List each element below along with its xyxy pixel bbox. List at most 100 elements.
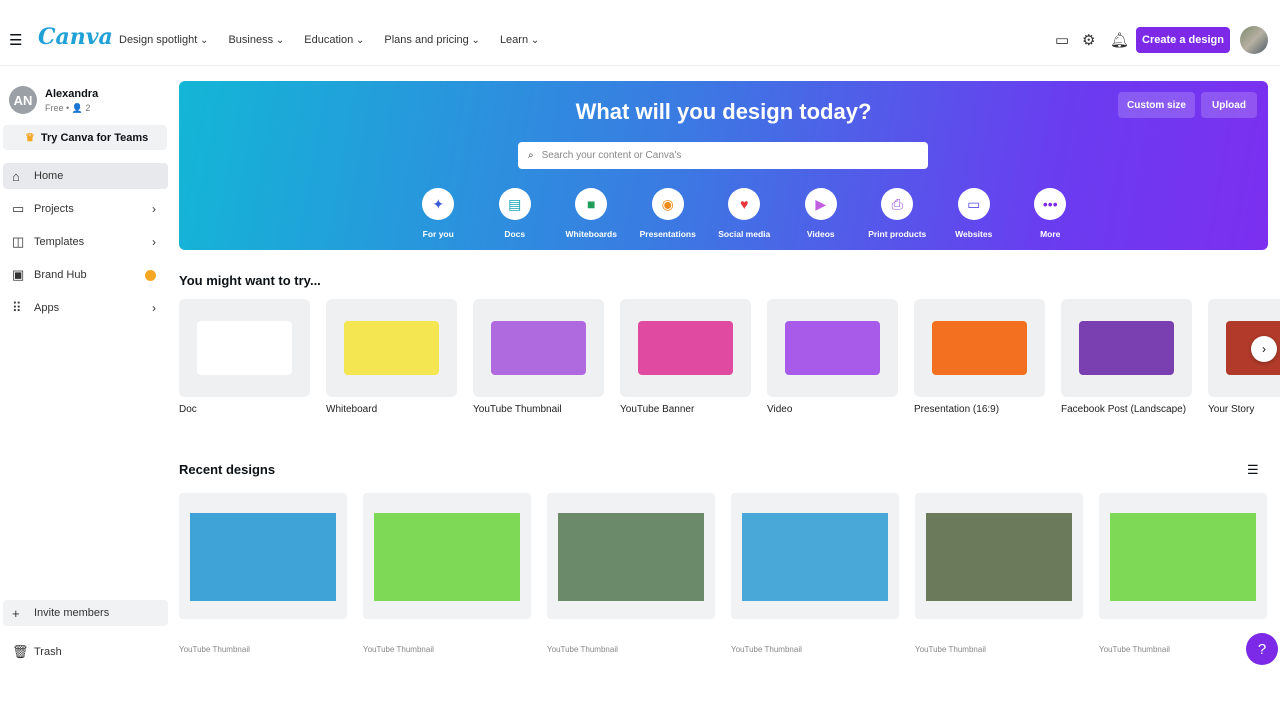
template-label: Facebook Post (Landscape) bbox=[1061, 404, 1187, 415]
recent-design-card[interactable]: YouTube Thumbnail bbox=[731, 493, 899, 654]
sidebar-item-label: Projects bbox=[34, 203, 74, 215]
chevron-right-icon[interactable]: › bbox=[152, 301, 156, 315]
category-videos[interactable]: ▶ Videos bbox=[783, 188, 860, 239]
invite-label: Invite members bbox=[34, 607, 110, 619]
user-name: Alexandra bbox=[45, 88, 99, 100]
nav-learn[interactable]: Learn bbox=[500, 34, 539, 46]
category-docs[interactable]: ▤ Docs bbox=[477, 188, 554, 239]
template-tile[interactable]: Facebook Post (Landscape) bbox=[1061, 299, 1192, 415]
recent-design-card[interactable]: YouTube Thumbnail bbox=[547, 493, 715, 654]
custom-size-button[interactable]: Custom size bbox=[1118, 92, 1195, 118]
recent-design-card[interactable]: YouTube Thumbnail bbox=[179, 493, 347, 654]
carousel-next-button[interactable]: › bbox=[1251, 336, 1277, 362]
sidebar-item-templates[interactable]: ◫ Templates › bbox=[3, 229, 168, 255]
category-presentations[interactable]: ◉ Presentations bbox=[630, 188, 707, 239]
template-thumbnail bbox=[914, 299, 1045, 397]
category-whiteboards[interactable]: ■ Whiteboards bbox=[553, 188, 630, 239]
grid-icon: ⠿ bbox=[12, 300, 22, 315]
trash-icon: 🗑︎ bbox=[12, 644, 29, 659]
template-tile[interactable]: Whiteboard bbox=[326, 299, 457, 415]
category-print-products[interactable]: ⎙ Print products bbox=[859, 188, 936, 239]
folder-icon: ▭ bbox=[12, 201, 25, 216]
brand-icon: ▣ bbox=[12, 267, 25, 282]
try-teams-button[interactable]: ♛ Try Canva for Teams bbox=[3, 125, 167, 150]
category-icon: ▶ bbox=[804, 188, 837, 220]
design-thumbnail bbox=[179, 493, 347, 619]
recent-design-card[interactable]: YouTube Thumbnail bbox=[363, 493, 531, 654]
search-icon: ⌕ bbox=[528, 150, 534, 161]
category-row: ✦ For you ▤ Docs ■ Whiteboards ◉ Presentations ♥… bbox=[400, 188, 1089, 239]
teams-label: Try Canva for Teams bbox=[40, 131, 149, 144]
template-label: YouTube Banner bbox=[620, 404, 695, 415]
recent-design-card[interactable]: YouTube Thumbnail bbox=[1099, 493, 1267, 654]
category-icon: ■ bbox=[575, 188, 608, 220]
template-tile[interactable]: YouTube Banner bbox=[620, 299, 751, 415]
nav-design-spotlight[interactable]: Design spotlight bbox=[119, 34, 208, 46]
category-label: Print products bbox=[868, 229, 927, 239]
template-tile[interactable]: Video bbox=[767, 299, 898, 415]
category-label: Docs bbox=[504, 229, 526, 239]
category-more[interactable]: ••• More bbox=[1012, 188, 1089, 239]
sidebar-item-projects[interactable]: ▭ Projects › bbox=[3, 196, 168, 222]
sidebar-item-apps[interactable]: ⠿ Apps › bbox=[3, 295, 168, 321]
chevron-right-icon[interactable]: › bbox=[152, 202, 156, 216]
category-label: Presentations bbox=[639, 229, 696, 239]
category-social-media[interactable]: ♥ Social media bbox=[706, 188, 783, 239]
user-avatar[interactable]: AN bbox=[9, 86, 37, 114]
crown-badge-icon bbox=[145, 269, 156, 281]
category-icon: ✦ bbox=[422, 188, 455, 220]
list-view-icon[interactable]: ☰ bbox=[1247, 462, 1259, 478]
menu-icon[interactable]: ☰ bbox=[9, 31, 22, 49]
top-nav: Design spotlight Business Education Plan… bbox=[119, 34, 539, 46]
design-type-label: YouTube Thumbnail bbox=[731, 645, 802, 654]
recent-design-card[interactable]: YouTube Thumbnail bbox=[915, 493, 1083, 654]
category-icon: ◉ bbox=[651, 188, 684, 220]
category-label: For you bbox=[422, 229, 454, 239]
design-thumbnail bbox=[915, 493, 1083, 619]
sidebar-item-home[interactable]: ⌂ Home bbox=[3, 163, 168, 189]
design-thumbnail bbox=[1099, 493, 1267, 619]
nav-plans-pricing[interactable]: Plans and pricing bbox=[384, 34, 480, 46]
sidebar-item-label: Brand Hub bbox=[34, 269, 87, 281]
recent-designs: YouTube Thumbnail YouTube Thumbnail YouTub… bbox=[179, 493, 1267, 654]
design-type-label: YouTube Thumbnail bbox=[363, 645, 434, 654]
category-websites[interactable]: ▭ Websites bbox=[936, 188, 1013, 239]
sidebar-item-brand-hub[interactable]: ▣ Brand Hub bbox=[3, 262, 168, 288]
try-carousel: Doc Whiteboard YouTube Thumbnail YouTube Ba… bbox=[179, 299, 1280, 415]
template-thumbnail bbox=[767, 299, 898, 397]
template-label: Video bbox=[767, 404, 793, 415]
sidebar: AN Alexandra Free • 👤 2 ♛ Try Canva for T… bbox=[0, 66, 172, 720]
category-icon: ♥ bbox=[728, 188, 761, 220]
category-icon: ⎙ bbox=[881, 188, 914, 220]
nav-education[interactable]: Education bbox=[304, 34, 364, 46]
help-button[interactable]: ? bbox=[1246, 633, 1278, 665]
search-input[interactable]: ⌕ Search your content or Canva's bbox=[518, 142, 928, 169]
nav-business[interactable]: Business bbox=[228, 34, 284, 46]
avatar[interactable] bbox=[1240, 26, 1268, 54]
canva-logo[interactable]: Canva bbox=[38, 24, 113, 50]
template-tile[interactable]: YouTube Thumbnail bbox=[473, 299, 604, 415]
create-design-button[interactable]: Create a design bbox=[1136, 27, 1230, 53]
gear-icon[interactable]: ⚙ bbox=[1082, 31, 1095, 49]
template-tile[interactable]: Presentation (16:9) bbox=[914, 299, 1045, 415]
category-label: Videos bbox=[806, 229, 835, 239]
template-icon: ◫ bbox=[12, 234, 25, 249]
template-tile[interactable]: Doc bbox=[179, 299, 310, 415]
user-plan: Free • 👤 2 bbox=[45, 103, 91, 113]
try-section-title: You might want to try... bbox=[179, 273, 321, 288]
category-icon: ••• bbox=[1034, 188, 1067, 220]
plus-icon: + bbox=[12, 605, 20, 621]
template-thumbnail bbox=[620, 299, 751, 397]
category-for-you[interactable]: ✦ For you bbox=[400, 188, 477, 239]
template-label: Your Story bbox=[1208, 404, 1255, 415]
invite-members-button[interactable]: + Invite members bbox=[3, 600, 168, 626]
chevron-right-icon[interactable]: › bbox=[152, 235, 156, 249]
upload-button[interactable]: Upload bbox=[1201, 92, 1257, 118]
template-label: Doc bbox=[179, 404, 197, 415]
bell-icon[interactable]: 🔔︎ bbox=[1110, 31, 1129, 49]
sidebar-item-trash[interactable]: 🗑︎ Trash bbox=[3, 639, 168, 665]
category-label: Websites bbox=[955, 229, 993, 239]
sidebar-item-label: Apps bbox=[34, 302, 60, 314]
template-label: Presentation (16:9) bbox=[914, 404, 1000, 415]
desktop-icon[interactable]: ▭ bbox=[1055, 31, 1069, 49]
